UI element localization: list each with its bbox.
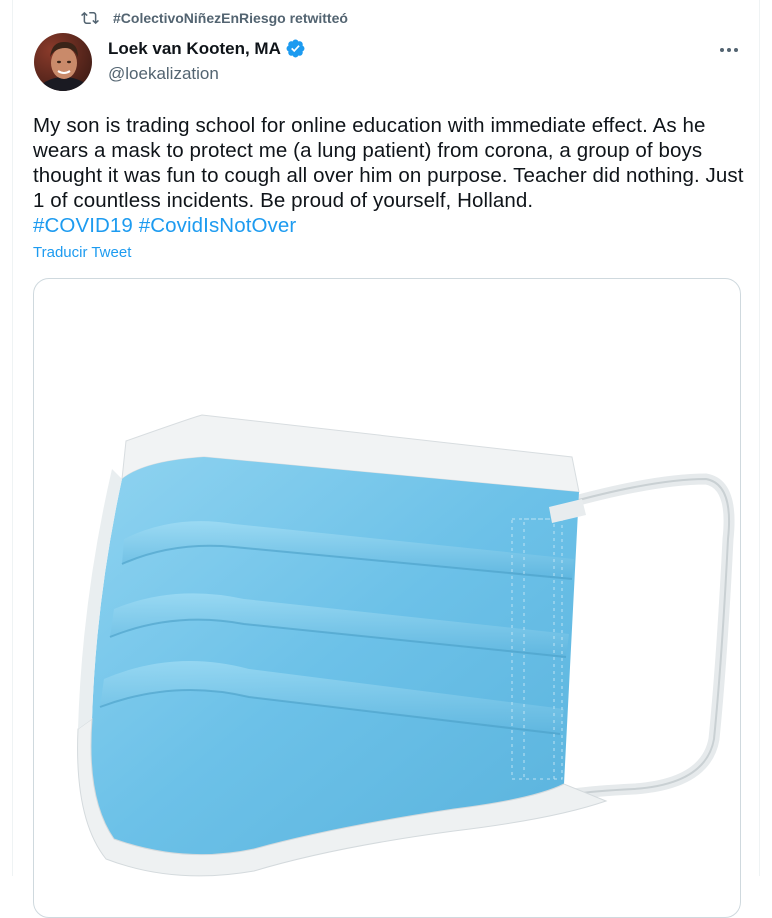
retweet-context[interactable]: #ColectivoNiñezEnRiesgo retwitteó: [81, 9, 348, 27]
tweet-body: My son is trading school for online educ…: [33, 114, 744, 212]
tweet-card[interactable]: #ColectivoNiñezEnRiesgo retwitteó Loek v…: [12, 0, 760, 918]
author-display-name[interactable]: Loek van Kooten, MA: [108, 39, 281, 59]
more-icon: [720, 48, 738, 52]
hashtag-covidisnotover[interactable]: #CovidIsNotOver: [139, 214, 297, 237]
translate-tweet-link[interactable]: Traducir Tweet: [33, 244, 131, 261]
avatar-image: [34, 33, 92, 91]
more-options-button[interactable]: [717, 40, 741, 60]
author-handle[interactable]: @loekalization: [108, 64, 219, 84]
retweet-icon: [81, 11, 99, 25]
tweet-text: My son is trading school for online educ…: [33, 113, 745, 238]
avatar[interactable]: [34, 33, 92, 91]
author-name-row[interactable]: Loek van Kooten, MA: [108, 38, 306, 59]
hashtag-covid19[interactable]: #COVID19: [33, 214, 133, 237]
verified-badge-icon: [286, 39, 305, 58]
surgical-mask-image: [77, 414, 735, 877]
tweet-media-image[interactable]: [33, 278, 741, 918]
retweet-text[interactable]: #ColectivoNiñezEnRiesgo retwitteó: [113, 10, 348, 26]
